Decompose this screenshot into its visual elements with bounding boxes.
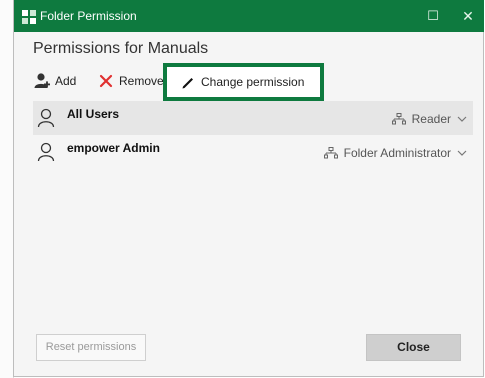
network-icon [323,147,338,159]
toolbar: Add Remove Change permission [33,63,473,101]
maximize-button[interactable]: ☐ [419,6,447,26]
background-edge [0,0,14,378]
list-item[interactable]: empower Admin Folder Administrator [33,135,473,169]
role-label: Reader [411,112,451,126]
chevron-down-icon [457,116,467,122]
user-icon [37,108,55,128]
remove-label: Remove [119,74,164,88]
add-user-icon [34,73,50,88]
add-button[interactable]: Add [33,66,76,96]
role-label: Folder Administrator [343,146,451,160]
change-permission-button[interactable]: Change permission [163,63,325,101]
user-permission-list: All Users Reader empower Admin Folder Ad… [33,101,473,169]
user-name: empower Admin [67,141,160,155]
page-title: Permissions for Manuals [33,40,209,57]
remove-button[interactable]: Remove [97,66,164,96]
add-label: Add [55,74,77,88]
user-name: All Users [67,107,120,121]
window-title: Folder Permission [40,9,137,23]
list-item[interactable]: All Users Reader [33,101,473,135]
folder-permission-icon [22,10,36,24]
x-icon [99,74,113,88]
pencil-icon [182,78,193,89]
role-dropdown[interactable]: Reader [391,112,467,126]
close-window-button[interactable]: ✕ [454,6,482,26]
folder-permission-dialog: Folder Permission ☐ ✕ Permissions for Ma… [13,0,484,377]
change-permission-label: Change permission [201,75,305,89]
reset-permissions-button[interactable]: Reset permissions [36,334,146,361]
close-button[interactable]: Close [366,334,461,361]
network-icon [391,113,406,125]
chevron-down-icon [457,150,467,156]
user-icon [37,142,55,162]
title-bar: Folder Permission ☐ ✕ [14,0,484,32]
role-dropdown[interactable]: Folder Administrator [323,146,467,160]
